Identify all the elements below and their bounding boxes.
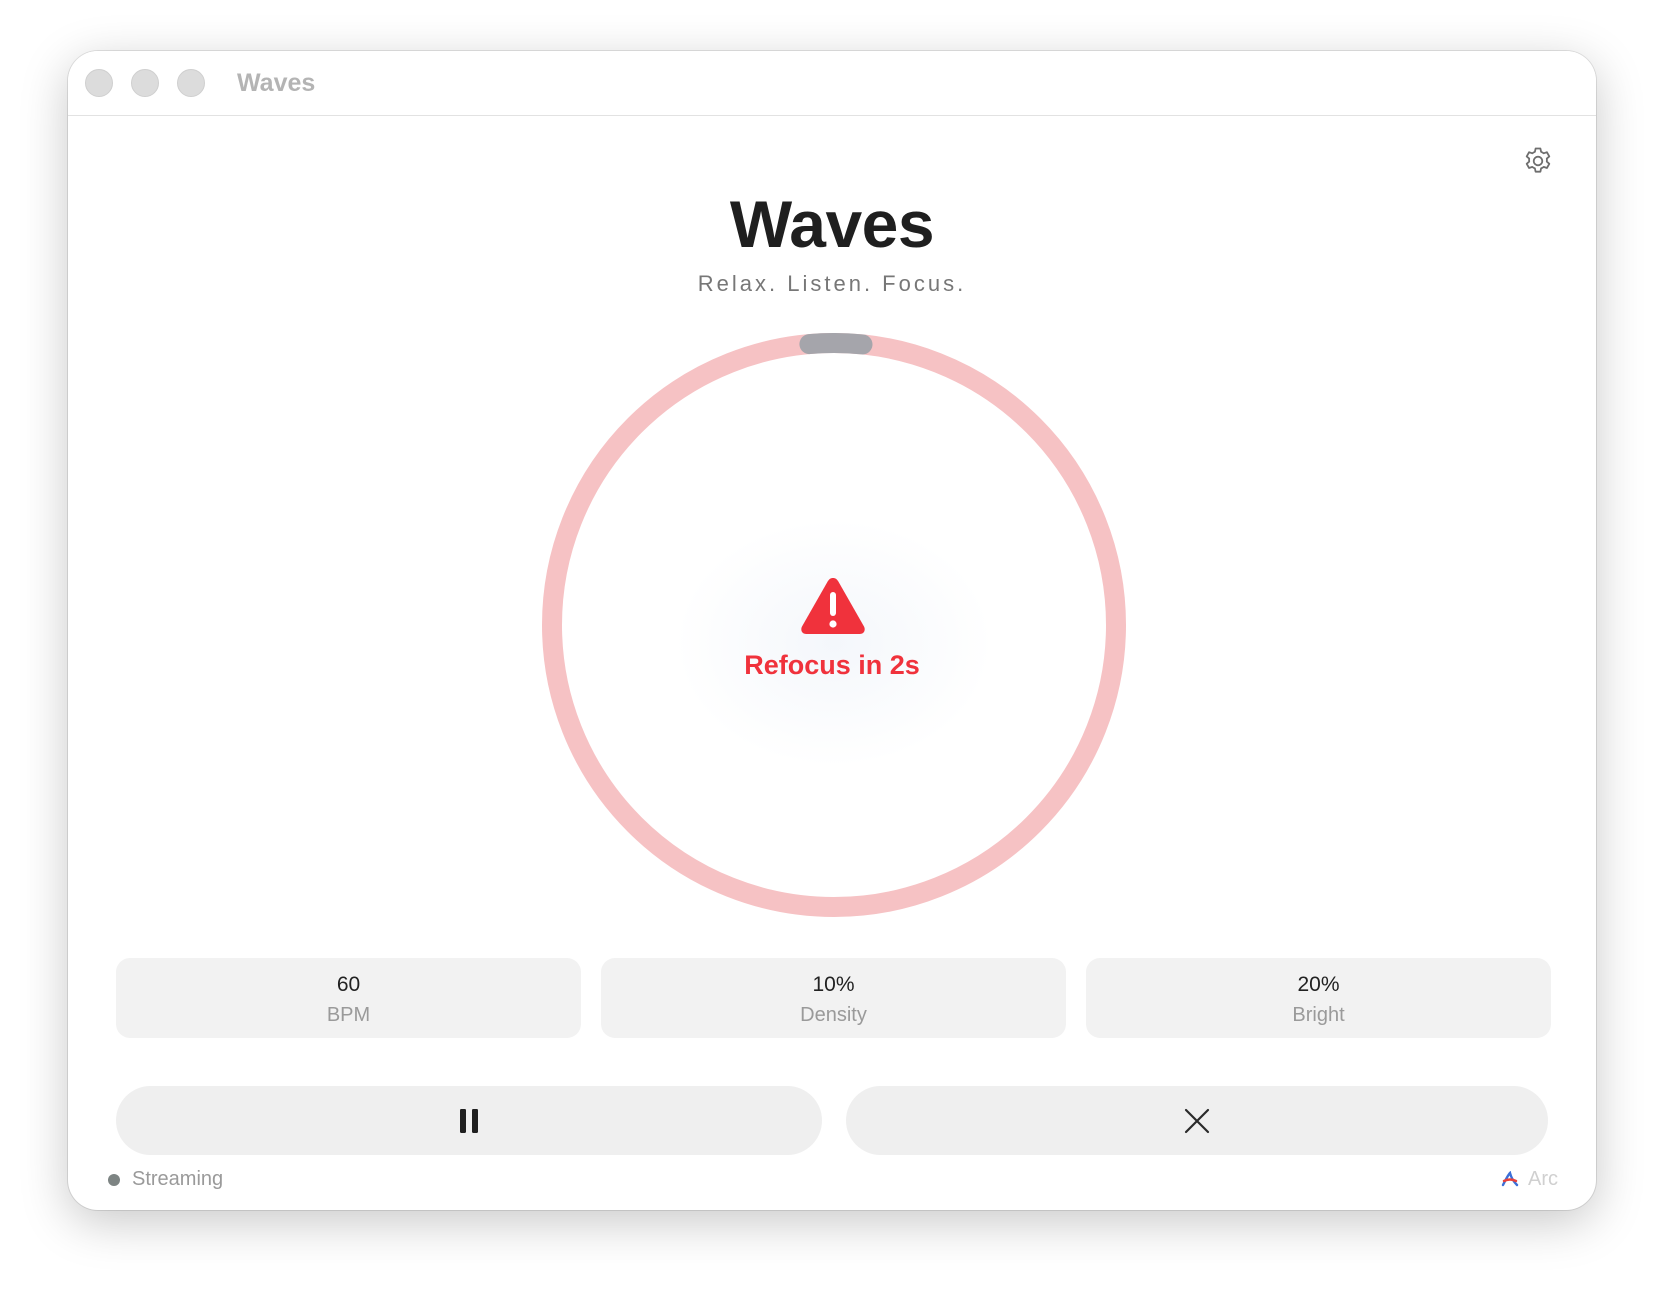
close-window-button[interactable] [85,69,113,97]
settings-button[interactable] [1522,145,1554,177]
refocus-alert-text: Refocus in 2s [744,650,920,680]
stat-bright: 20% Bright [1086,958,1551,1038]
zoom-window-button[interactable] [177,69,205,97]
stat-density: 10% Density [601,958,1066,1038]
stat-value: 20% [1297,973,1340,996]
stat-value: 60 [336,973,361,996]
stat-label: BPM [326,1004,371,1026]
status-dot [108,1174,120,1186]
stop-button[interactable] [846,1086,1548,1155]
status-text: Streaming [132,1168,224,1190]
gear-icon [1525,147,1551,173]
app-title: Waves [729,187,935,261]
pause-button[interactable] [116,1086,822,1155]
close-icon [1184,1108,1210,1133]
pause-icon [460,1108,478,1133]
app-tagline: Relax. Listen. Focus. [697,271,967,296]
center-glow [674,518,994,768]
title-bar: Waves [68,51,1596,116]
stat-value: 10% [812,973,855,996]
stat-bpm: 60 BPM [116,958,581,1038]
window-title: Waves [237,69,316,97]
stat-label: Bright [1292,1004,1345,1026]
stat-label: Density [800,1004,867,1026]
arc-icon [1501,1171,1519,1187]
source-app-label: Arc [1528,1168,1558,1190]
app-window: Waves Waves Relax. Listen. Focus. Refocu… [68,51,1596,1210]
warning-triangle-icon [801,578,865,634]
minimize-window-button[interactable] [131,69,159,97]
